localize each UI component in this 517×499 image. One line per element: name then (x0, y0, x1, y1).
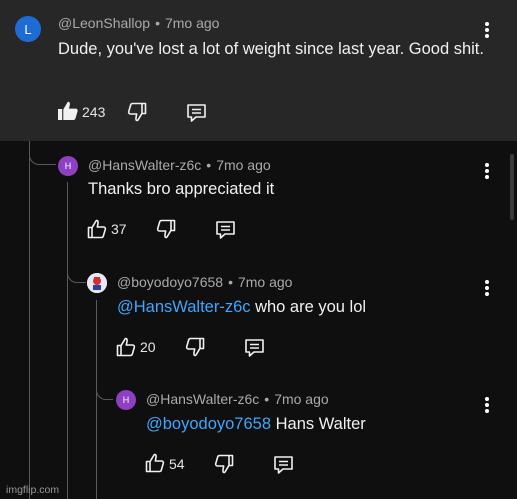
mention-link[interactable]: @boyodoyo7658 (146, 415, 271, 433)
thumbs-down-icon[interactable] (126, 102, 147, 122)
more-vertical-icon[interactable] (485, 280, 489, 296)
thread-connector (96, 378, 113, 400)
comment-meta: @HansWalter-z6c • 7mo ago (88, 157, 271, 173)
more-vertical-icon[interactable] (485, 22, 489, 38)
thread-connector (29, 141, 56, 165)
thumbs-down-icon[interactable] (213, 454, 234, 474)
like-count: 243 (82, 104, 106, 120)
comment-text: @HansWalter-z6c who are you lol (117, 296, 487, 319)
thread-line (96, 300, 97, 499)
comment-text: @boyodoyo7658 Hans Walter (146, 413, 486, 436)
like-count: 54 (169, 456, 185, 472)
separator-dot: • (155, 15, 160, 31)
thumbs-up-icon[interactable] (57, 101, 79, 121)
avatar[interactable] (87, 273, 107, 293)
timestamp[interactable]: 7mo ago (165, 15, 219, 31)
thread-line (29, 141, 30, 499)
comment-meta: @boyodoyo7658 • 7mo ago (117, 274, 292, 290)
thumbs-up-icon[interactable] (116, 337, 137, 357)
thumbs-up-icon[interactable] (145, 453, 166, 473)
scrollbar[interactable] (510, 154, 514, 220)
avatar[interactable]: L (15, 16, 41, 42)
author-handle[interactable]: @HansWalter-z6c (146, 391, 259, 407)
comment-meta: @LeonShallop • 7mo ago (58, 15, 219, 31)
timestamp[interactable]: 7mo ago (274, 391, 328, 407)
comment-text: Thanks bro appreciated it (88, 180, 275, 198)
comment-text-rest: who are you lol (250, 298, 367, 316)
more-vertical-icon[interactable] (485, 397, 489, 413)
watermark: imgflip.com (6, 484, 60, 496)
reply-comment-icon[interactable] (215, 220, 236, 240)
thread-connector (67, 260, 86, 283)
thumbs-up-icon[interactable] (87, 219, 108, 239)
like-count: 37 (111, 221, 127, 237)
comment-text: Dude, you've lost a lot of weight since … (58, 40, 484, 58)
timestamp[interactable]: 7mo ago (216, 157, 270, 173)
thumbs-down-icon[interactable] (184, 337, 205, 357)
separator-dot: • (206, 157, 212, 173)
author-handle[interactable]: @HansWalter-z6c (88, 157, 201, 173)
separator-dot: • (228, 274, 233, 290)
reply-comment-icon[interactable] (273, 455, 294, 475)
author-handle[interactable]: @LeonShallop (58, 15, 150, 31)
avatar-image (87, 273, 107, 293)
separator-dot: • (264, 391, 270, 407)
thread-line (67, 182, 68, 499)
avatar[interactable]: H (116, 390, 136, 410)
avatar[interactable]: H (58, 156, 78, 176)
more-vertical-icon[interactable] (485, 163, 489, 179)
thumbs-down-icon[interactable] (155, 219, 176, 239)
reply-comment-icon[interactable] (244, 338, 265, 358)
like-count: 20 (140, 339, 156, 355)
mention-link[interactable]: @HansWalter-z6c (117, 298, 251, 316)
timestamp[interactable]: 7mo ago (238, 274, 292, 290)
reply-comment-icon[interactable] (186, 103, 207, 123)
comment-text-rest: Hans Walter (271, 415, 366, 433)
comment-meta: @HansWalter-z6c • 7mo ago (146, 391, 329, 407)
author-handle[interactable]: @boyodoyo7658 (117, 274, 223, 290)
